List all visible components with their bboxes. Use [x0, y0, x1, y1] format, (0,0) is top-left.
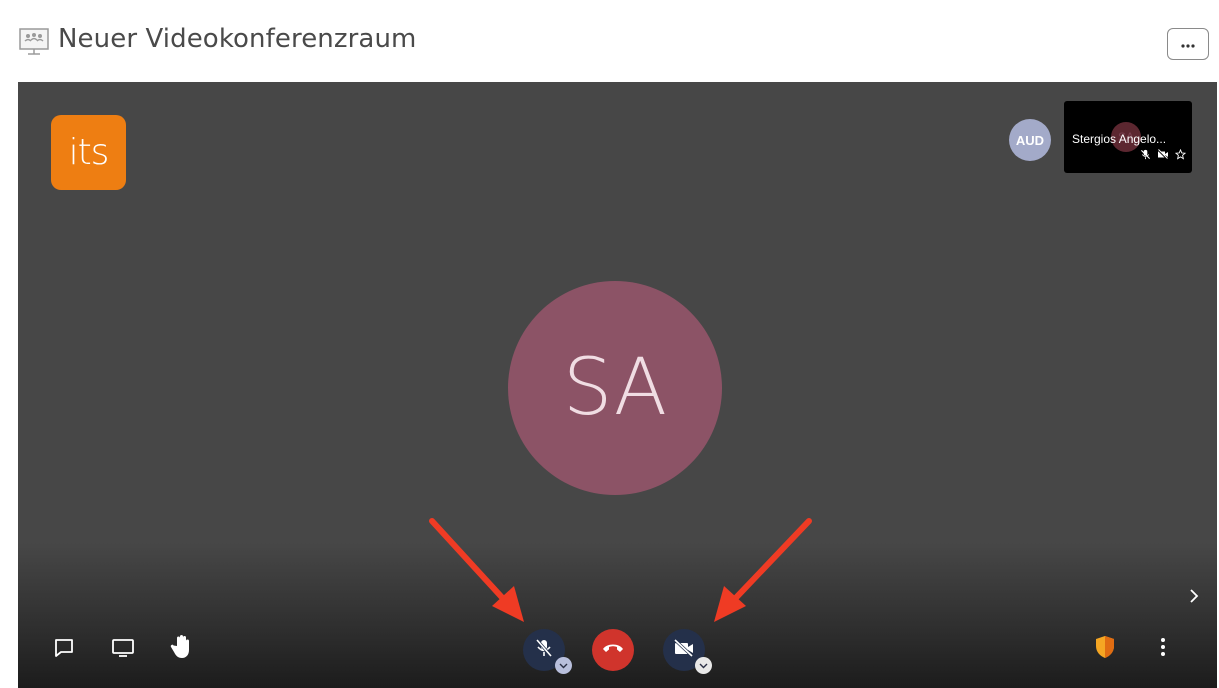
mic-muted-icon	[535, 638, 553, 663]
chat-icon	[53, 637, 75, 664]
room-header: Neuer Videokonferenzraum	[0, 0, 1219, 78]
participant-badge[interactable]: AUD	[1009, 119, 1051, 161]
arrow-to-camera-button	[714, 518, 812, 622]
screen-share-button[interactable]	[110, 637, 136, 663]
participant-name: Stergios Angelo...	[1072, 132, 1167, 146]
security-button[interactable]	[1093, 635, 1117, 664]
participant-thumbnail[interactable]: SA Stergios Angelo...	[1064, 101, 1192, 173]
chevron-right-icon[interactable]	[1188, 588, 1200, 609]
its-logo: its	[51, 115, 126, 190]
camera-off-icon	[1157, 147, 1169, 165]
raise-hand-icon	[170, 634, 194, 665]
camera-off-icon	[673, 638, 695, 662]
ellipsis-icon	[1181, 35, 1195, 53]
video-settings-dropdown[interactable]	[695, 657, 712, 674]
video-stage: its AUD SA Stergios Angelo... SA	[18, 82, 1217, 688]
hangup-icon	[602, 641, 624, 659]
screen-share-icon	[111, 637, 135, 664]
participant-avatar: SA	[508, 281, 722, 495]
audio-settings-dropdown[interactable]	[555, 657, 572, 674]
more-vertical-icon	[1160, 637, 1166, 662]
conference-room-icon	[18, 26, 50, 58]
star-icon	[1174, 147, 1187, 165]
more-actions-button[interactable]	[1152, 636, 1174, 662]
raise-hand-button[interactable]	[168, 634, 196, 665]
more-options-button[interactable]	[1167, 28, 1209, 60]
hangup-button[interactable]	[592, 629, 634, 671]
microphone-button[interactable]	[523, 629, 572, 674]
arrow-to-microphone-button	[429, 518, 524, 622]
page-title: Neuer Videokonferenzraum	[58, 24, 417, 54]
security-shield-icon	[1095, 635, 1115, 664]
chat-button[interactable]	[51, 637, 77, 663]
camera-button[interactable]	[663, 629, 712, 674]
mic-muted-icon	[1140, 147, 1151, 165]
